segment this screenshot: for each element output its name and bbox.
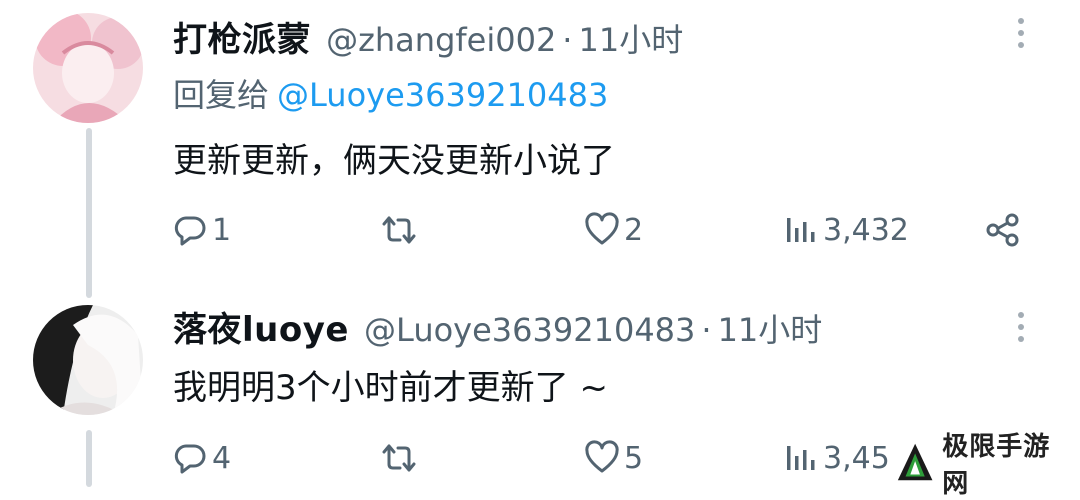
reply-button[interactable]: 4 [172, 433, 231, 483]
timestamp[interactable]: 11小时 [718, 311, 823, 349]
like-count: 5 [624, 440, 644, 476]
like-count: 2 [624, 212, 644, 248]
views-chart-icon [787, 446, 815, 470]
tweet-text: 我明明3个小时前才更新了 ~ [173, 368, 608, 408]
tweet-meta: @zhangfei002 · 11小时 [326, 21, 683, 59]
watermark-text: 极限手游网 [942, 432, 1051, 499]
like-button[interactable]: 2 [584, 205, 643, 255]
reply-icon [174, 444, 206, 474]
share-button[interactable] [985, 205, 1021, 255]
tweet-text: 更新更新，俩天没更新小说了 [173, 141, 615, 181]
retweet-icon [382, 444, 416, 472]
heart-icon [585, 440, 619, 473]
separator: · [562, 21, 573, 59]
timestamp[interactable]: 11小时 [578, 21, 683, 59]
share-icon [986, 213, 1019, 247]
handle[interactable]: @zhangfei002 [326, 21, 556, 59]
separator: · [701, 311, 712, 349]
retweet-button[interactable] [381, 433, 417, 483]
tweet-header: 落夜luoye @Luoye3639210483 · 11小时 [173, 302, 822, 351]
retweet-icon [382, 216, 416, 244]
site-watermark: 极限手游网 [892, 432, 1080, 499]
views-chart-icon [787, 218, 815, 242]
tweet-meta: @Luoye3639210483 · 11小时 [364, 311, 822, 349]
avatar[interactable] [33, 13, 143, 123]
handle[interactable]: @Luoye3639210483 [364, 311, 695, 349]
more-options-icon[interactable] [1016, 18, 1026, 54]
retweet-button[interactable] [381, 205, 417, 255]
tweet-1[interactable]: 打枪派蒙 @zhangfei002 · 11小时 回复给 @Luoye36392104… [0, 0, 1080, 300]
avatar-image [33, 13, 143, 123]
like-button[interactable]: 5 [584, 433, 643, 483]
reply-mention-link[interactable]: @Luoye3639210483 [277, 76, 608, 114]
reply-to-label: 回复给 [173, 76, 270, 114]
views-button[interactable]: 3,432 [783, 205, 909, 255]
display-name[interactable]: 落夜luoye [173, 310, 349, 350]
reply-count: 1 [212, 212, 232, 248]
watermark-logo-icon [897, 443, 933, 481]
avatar[interactable] [33, 305, 143, 415]
reply-count: 4 [212, 440, 232, 476]
view-count: 3,45 [823, 440, 890, 476]
view-count: 3,432 [823, 212, 909, 248]
reply-to-line: 回复给 @Luoye3639210483 [173, 70, 608, 116]
reply-icon [174, 216, 206, 246]
more-options-icon[interactable] [1016, 312, 1026, 348]
avatar-image [33, 305, 143, 415]
action-bar: 1 2 3,432 [0, 205, 1080, 255]
heart-icon [585, 212, 619, 245]
tweet-header: 打枪派蒙 @zhangfei002 · 11小时 [173, 12, 683, 61]
views-button[interactable]: 3,45 [783, 433, 890, 483]
display-name[interactable]: 打枪派蒙 [173, 20, 311, 60]
reply-button[interactable]: 1 [172, 205, 231, 255]
